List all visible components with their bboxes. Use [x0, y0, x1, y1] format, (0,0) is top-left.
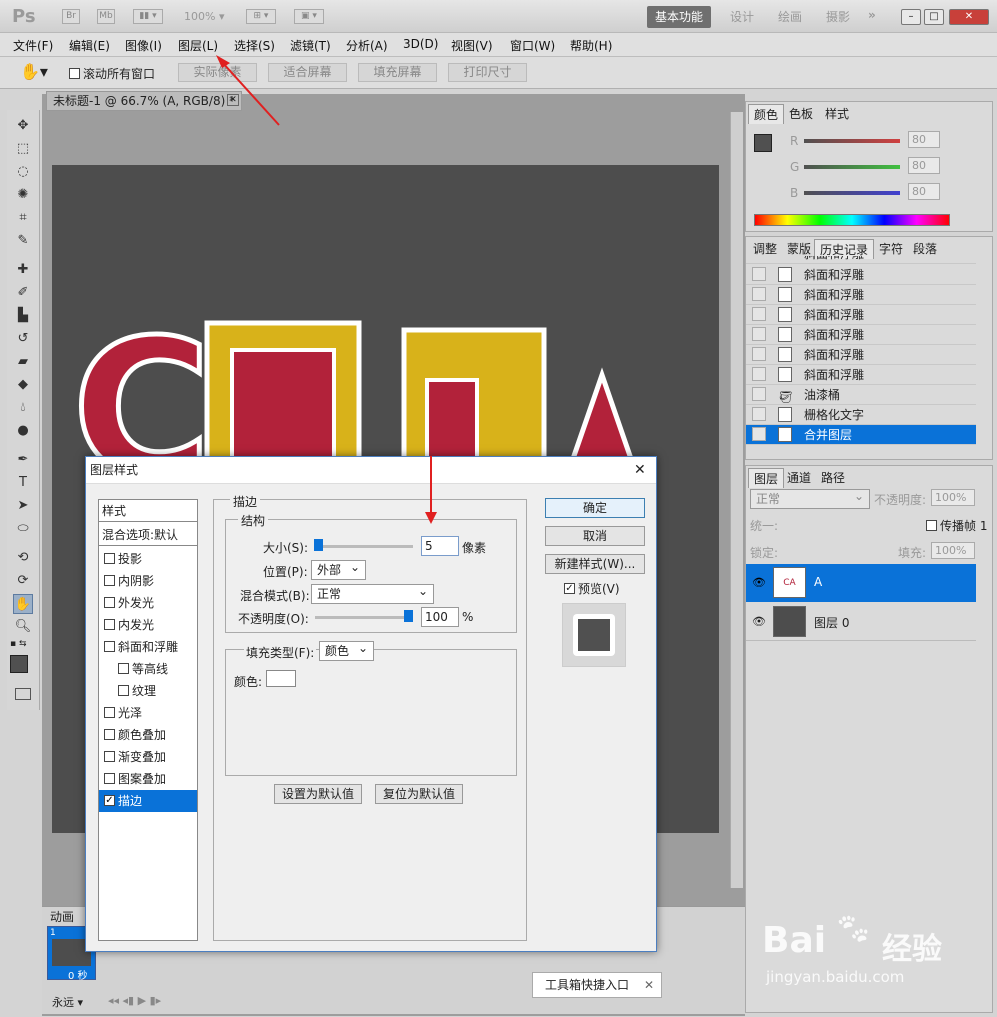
watermark-brand: Bai	[762, 920, 827, 961]
watermark-brand-cn: 经验	[882, 932, 942, 967]
baidu-watermark: Bai 🐾︎ 经验 jingyan.baidu.com	[762, 910, 992, 992]
arrowhead-icon	[425, 512, 437, 524]
tip-text: 工具箱快捷入口	[545, 978, 630, 992]
toolbox-shortcut-tip[interactable]: 工具箱快捷入口 ✕	[532, 972, 662, 998]
watermark-url: jingyan.baidu.com	[766, 968, 905, 986]
annotation-arrows	[216, 55, 437, 524]
arrow-to-layer-menu	[221, 61, 280, 126]
tip-close-icon[interactable]: ✕	[644, 973, 654, 997]
arrowhead-icon	[216, 55, 230, 68]
paw-icon: 🐾︎	[834, 912, 873, 947]
